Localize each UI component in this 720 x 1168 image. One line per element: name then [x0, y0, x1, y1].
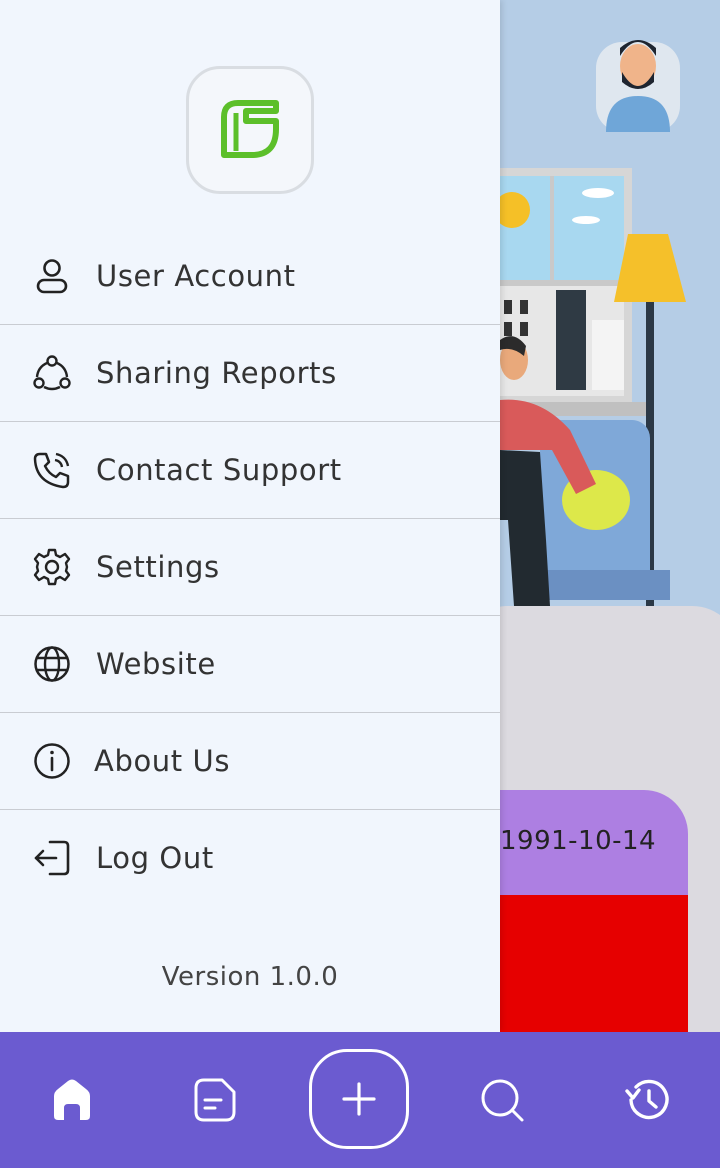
menu-item-label: Settings	[96, 550, 220, 584]
menu-item-sharing-reports[interactable]: Sharing Reports	[0, 325, 500, 422]
navigation-drawer: User Account Sharing Reports Contact Sup…	[0, 0, 500, 1032]
room-illustration	[500, 0, 720, 640]
document-icon[interactable]	[192, 1076, 240, 1124]
gear-icon	[33, 548, 71, 586]
menu-item-log-out[interactable]: Log Out	[0, 810, 500, 906]
status-block	[500, 895, 688, 1032]
user-icon	[36, 259, 68, 294]
menu-item-website[interactable]: Website	[0, 616, 500, 713]
app-version: Version 1.0.0	[161, 962, 339, 992]
menu-item-settings[interactable]: Settings	[0, 519, 500, 616]
menu-item-label: User Account	[96, 259, 296, 293]
logout-icon	[34, 840, 70, 876]
add-icon	[342, 1082, 376, 1116]
app-logo	[186, 66, 314, 194]
bottom-navigation	[0, 1032, 720, 1168]
home-icon[interactable]	[48, 1076, 96, 1124]
background-screen: 1991-10-14	[500, 0, 720, 1032]
history-icon[interactable]	[624, 1076, 672, 1124]
birth-date: 1991-10-14	[500, 826, 657, 856]
share-nodes-icon	[33, 355, 71, 391]
menu-item-label: Website	[96, 647, 216, 681]
info-icon	[34, 743, 70, 779]
globe-icon	[34, 646, 70, 682]
search-icon[interactable]	[478, 1076, 526, 1124]
menu-item-about-us[interactable]: About Us	[0, 713, 500, 810]
menu-item-label: Log Out	[96, 841, 214, 875]
menu-item-contact-support[interactable]: Contact Support	[0, 422, 500, 519]
menu-item-label: About Us	[94, 744, 231, 778]
phone-icon	[33, 452, 70, 489]
menu-item-user-account[interactable]: User Account	[0, 228, 500, 325]
add-button[interactable]	[309, 1049, 409, 1149]
menu-item-label: Contact Support	[96, 453, 342, 487]
drawer-menu: User Account Sharing Reports Contact Sup…	[0, 228, 500, 906]
menu-item-label: Sharing Reports	[96, 356, 337, 390]
leaf-logo-icon	[221, 100, 279, 158]
